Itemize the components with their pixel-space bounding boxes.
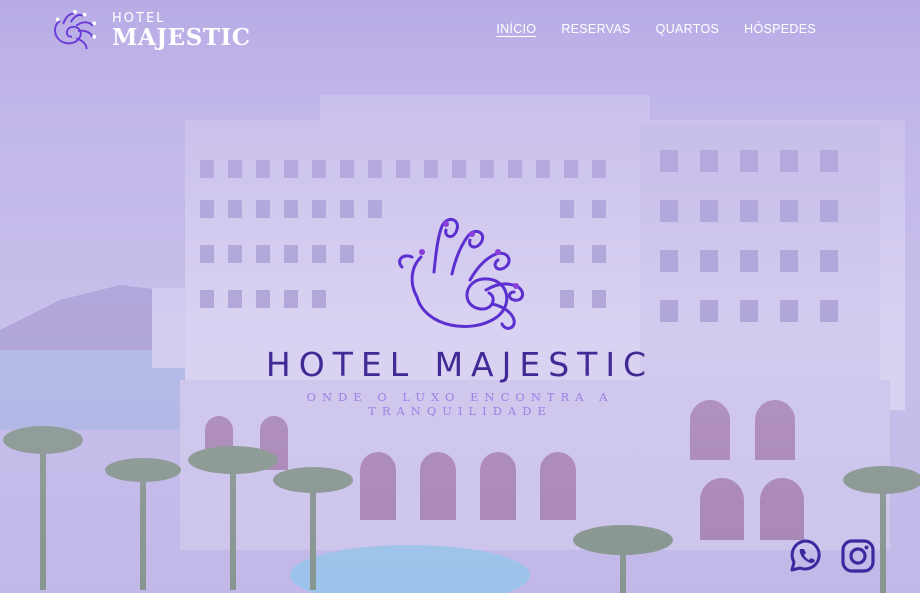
nav-link-inicio[interactable]: INÍCIO xyxy=(496,22,536,36)
peacock-logo-icon xyxy=(54,9,97,50)
site-logo[interactable]: HOTEL MAJESTIC xyxy=(46,6,251,54)
nav-link-hospedes[interactable]: HÓSPEDES xyxy=(744,22,816,36)
logo-brand-name: MAJESTIC xyxy=(112,23,251,51)
main-nav: INÍCIO RESERVAS QUARTOS HÓSPEDES xyxy=(496,22,816,36)
site-header: HOTEL MAJESTIC INÍCIO RESERVAS QUARTOS H… xyxy=(0,0,920,64)
hero-title: HOTEL MAJESTIC xyxy=(265,345,655,384)
peacock-emblem-icon xyxy=(398,217,524,330)
whatsapp-icon[interactable] xyxy=(788,538,824,574)
nav-link-quartos[interactable]: QUARTOS xyxy=(656,22,719,36)
logo-small-text: HOTEL xyxy=(112,10,166,26)
instagram-icon[interactable] xyxy=(840,538,876,574)
nav-link-reservas[interactable]: RESERVAS xyxy=(561,22,630,36)
hero-tagline: ONDE O LUXO ENCONTRA A TRANQUILIDADE xyxy=(306,390,614,418)
social-links xyxy=(788,538,876,574)
